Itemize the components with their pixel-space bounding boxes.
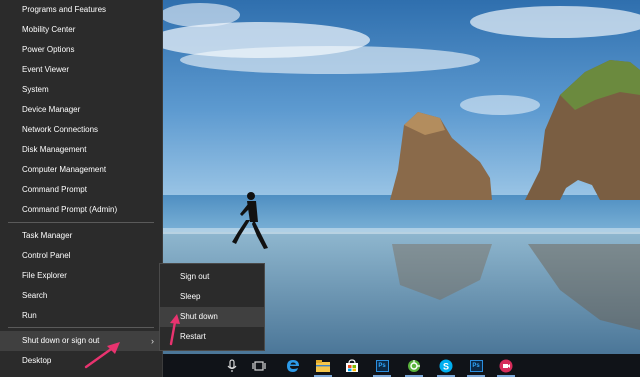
chevron-right-icon: › — [151, 336, 154, 346]
menu-item-system[interactable]: System — [0, 80, 162, 100]
menu-item-mobility-center[interactable]: Mobility Center — [0, 20, 162, 40]
recorder-icon[interactable] — [495, 356, 517, 377]
quick-link-menu: Programs and Features Mobility Center Po… — [0, 0, 163, 377]
greenshot-icon[interactable] — [403, 356, 425, 377]
photoshop-icon[interactable]: Ps — [465, 356, 487, 377]
skype-icon[interactable]: S — [435, 356, 457, 377]
annotation-arrow-icon — [84, 342, 120, 369]
menu-item-event-viewer[interactable]: Event Viewer — [0, 60, 162, 80]
task-view-icon[interactable] — [248, 356, 270, 375]
menu-item-disk-management[interactable]: Disk Management — [0, 140, 162, 160]
menu-divider — [8, 327, 154, 328]
menu-item-computer-management[interactable]: Computer Management — [0, 160, 162, 180]
photoshop-label: Ps — [469, 359, 483, 372]
menu-item-search[interactable]: Search — [0, 286, 162, 306]
menu-item-shut-down-or-sign-out[interactable]: Shut down or sign out › — [0, 331, 162, 351]
menu-divider — [8, 222, 154, 223]
menu-item-task-manager[interactable]: Task Manager — [0, 226, 162, 246]
taskbar: Ps S Ps — [163, 354, 640, 377]
menu-item-command-prompt[interactable]: Command Prompt — [0, 180, 162, 200]
annotation-arrow-icon — [169, 314, 180, 346]
svg-text:S: S — [443, 361, 449, 371]
menu-item-device-manager[interactable]: Device Manager — [0, 100, 162, 120]
menu-item-control-panel[interactable]: Control Panel — [0, 246, 162, 266]
edge-icon[interactable] — [282, 356, 304, 375]
submenu-item-sleep[interactable]: Sleep — [160, 287, 264, 307]
photoshop-label: Ps — [375, 359, 389, 372]
menu-item-run[interactable]: Run — [0, 306, 162, 326]
photoshop-icon[interactable]: Ps — [371, 356, 393, 377]
microphone-icon[interactable] — [221, 356, 243, 375]
store-icon[interactable] — [341, 356, 363, 375]
menu-item-file-explorer[interactable]: File Explorer — [0, 266, 162, 286]
submenu-item-sign-out[interactable]: Sign out — [160, 267, 264, 287]
file-explorer-icon[interactable] — [312, 356, 334, 377]
menu-item-programs-and-features[interactable]: Programs and Features — [0, 0, 162, 20]
menu-item-power-options[interactable]: Power Options — [0, 40, 162, 60]
menu-item-network-connections[interactable]: Network Connections — [0, 120, 162, 140]
menu-item-command-prompt-admin[interactable]: Command Prompt (Admin) — [0, 200, 162, 220]
menu-item-desktop[interactable]: Desktop — [0, 351, 162, 371]
